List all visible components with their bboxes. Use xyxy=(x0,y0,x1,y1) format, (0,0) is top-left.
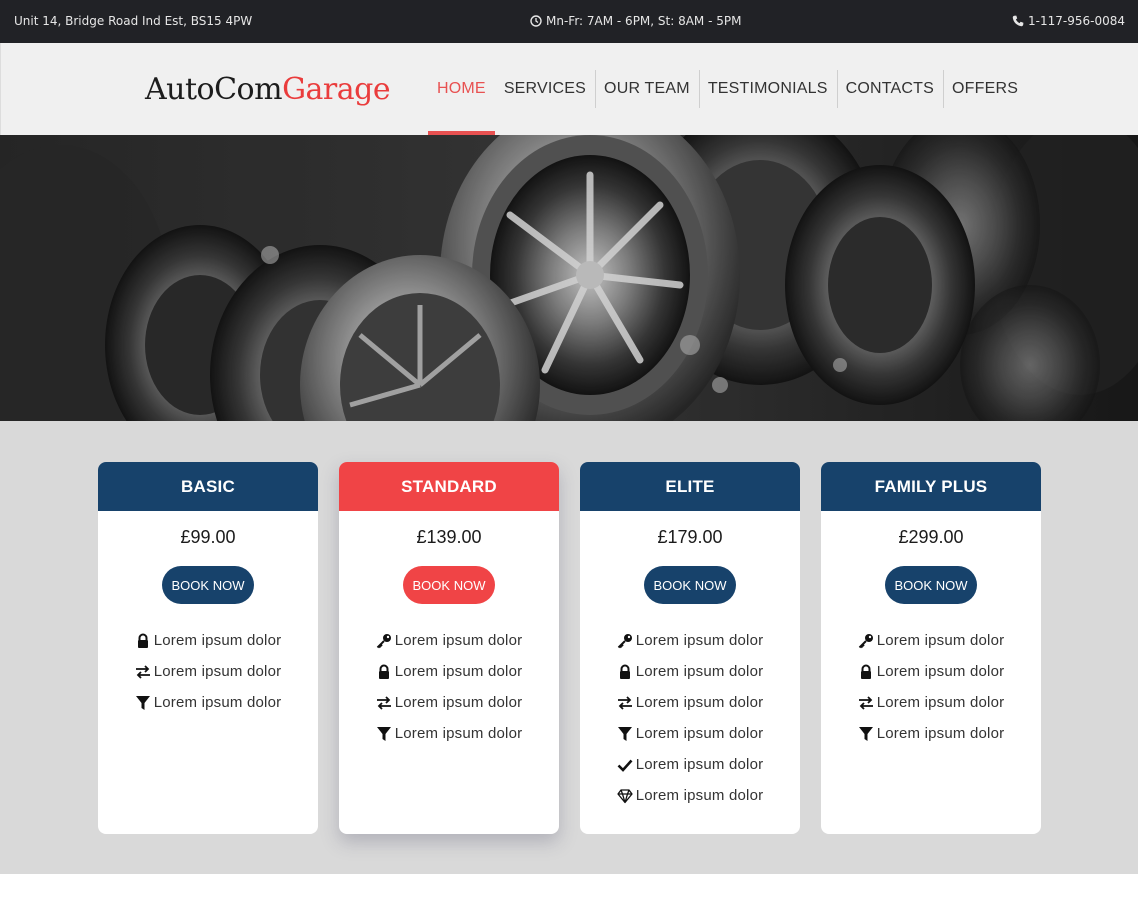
exchange-icon xyxy=(376,695,392,711)
list-item: Lorem ipsum dolor xyxy=(339,625,559,656)
filter-icon xyxy=(135,695,151,711)
phone-contact[interactable]: 1-117-956-0084 xyxy=(1012,14,1125,28)
feature-text: Lorem ipsum dolor xyxy=(876,632,1005,649)
plan-price: £299.00 xyxy=(898,527,964,547)
book-now-button[interactable]: BOOK NOW xyxy=(403,566,495,604)
feature-text: Lorem ipsum dolor xyxy=(635,694,764,711)
list-item: Lorem ipsum dolor xyxy=(580,687,800,718)
list-item: Lorem ipsum dolor xyxy=(339,718,559,749)
check-icon xyxy=(617,757,633,773)
feature-text: Lorem ipsum dolor xyxy=(153,632,282,649)
list-item: Lorem ipsum dolor xyxy=(580,780,800,811)
plan-title: FAMILY PLUS xyxy=(821,462,1041,511)
feature-text: Lorem ipsum dolor xyxy=(635,756,764,773)
feature-text: Lorem ipsum dolor xyxy=(635,663,764,680)
feature-text: Lorem ipsum dolor xyxy=(394,632,523,649)
nav-testimonials[interactable]: TESTIMONIALS xyxy=(698,43,837,135)
nav-services[interactable]: SERVICES xyxy=(495,43,595,135)
logo-text-autocom: AutoCom xyxy=(145,72,283,107)
feature-text: Lorem ipsum dolor xyxy=(394,663,523,680)
logo-text-garage: Garage xyxy=(282,72,391,107)
opening-hours: Mn-Fr: 7AM - 6PM, St: 8AM - 5PM xyxy=(530,14,741,28)
nav-offers[interactable]: OFFERS xyxy=(943,43,1027,135)
plan-price: £179.00 xyxy=(657,527,723,547)
feature-text: Lorem ipsum dolor xyxy=(153,694,282,711)
list-item: Lorem ipsum dolor xyxy=(821,687,1041,718)
feature-list: Lorem ipsum dolor Lorem ipsum dolor Lore… xyxy=(821,625,1041,749)
page-bottom-area xyxy=(0,874,1138,912)
plan-card-standard: STANDARD £139.00 BOOK NOW Lorem ipsum do… xyxy=(339,462,559,834)
list-item: Lorem ipsum dolor xyxy=(580,749,800,780)
book-now-button[interactable]: BOOK NOW xyxy=(162,566,254,604)
list-item: Lorem ipsum dolor xyxy=(98,687,318,718)
list-item: Lorem ipsum dolor xyxy=(821,718,1041,749)
plan-title: BASIC xyxy=(98,462,318,511)
list-item: Lorem ipsum dolor xyxy=(580,656,800,687)
feature-text: Lorem ipsum dolor xyxy=(635,787,764,804)
exchange-icon xyxy=(617,695,633,711)
hero-image-turbochargers xyxy=(0,135,1138,421)
lock-icon xyxy=(617,664,633,680)
plan-price: £99.00 xyxy=(180,527,236,547)
main-nav: HOME SERVICES OUR TEAM TESTIMONIALS CONT… xyxy=(428,43,1027,135)
feature-text: Lorem ipsum dolor xyxy=(394,725,523,742)
list-item: Lorem ipsum dolor xyxy=(821,625,1041,656)
book-now-button[interactable]: BOOK NOW xyxy=(885,566,977,604)
clock-icon xyxy=(530,15,542,27)
plan-card-family-plus: FAMILY PLUS £299.00 BOOK NOW Lorem ipsum… xyxy=(821,462,1041,834)
feature-text: Lorem ipsum dolor xyxy=(635,632,764,649)
list-item: Lorem ipsum dolor xyxy=(821,656,1041,687)
list-item: Lorem ipsum dolor xyxy=(98,656,318,687)
plan-card-basic: BASIC £99.00 BOOK NOW Lorem ipsum dolor … xyxy=(98,462,318,834)
feature-text: Lorem ipsum dolor xyxy=(635,725,764,742)
key-icon xyxy=(376,633,392,649)
site-logo[interactable]: AutoComGarage xyxy=(145,72,391,107)
filter-icon xyxy=(617,726,633,742)
diamond-icon xyxy=(617,788,633,804)
plan-title: ELITE xyxy=(580,462,800,511)
list-item: Lorem ipsum dolor xyxy=(580,718,800,749)
list-item: Lorem ipsum dolor xyxy=(98,625,318,656)
feature-text: Lorem ipsum dolor xyxy=(876,694,1005,711)
plan-price: £139.00 xyxy=(416,527,482,547)
phone-number[interactable]: 1-117-956-0084 xyxy=(1028,14,1125,28)
feature-text: Lorem ipsum dolor xyxy=(876,725,1005,742)
phone-icon xyxy=(1012,15,1024,27)
key-icon xyxy=(858,633,874,649)
lock-icon xyxy=(858,664,874,680)
feature-list: Lorem ipsum dolor Lorem ipsum dolor Lore… xyxy=(580,625,800,811)
site-header: AutoComGarage HOME SERVICES OUR TEAM TES… xyxy=(0,43,1138,135)
exchange-icon xyxy=(135,664,151,680)
feature-text: Lorem ipsum dolor xyxy=(153,663,282,680)
list-item: Lorem ipsum dolor xyxy=(339,687,559,718)
plan-title: STANDARD xyxy=(339,462,559,511)
nav-home[interactable]: HOME xyxy=(428,43,495,135)
plan-card-elite: ELITE £179.00 BOOK NOW Lorem ipsum dolor… xyxy=(580,462,800,834)
filter-icon xyxy=(858,726,874,742)
address-text: Unit 14, Bridge Road Ind Est, BS15 4PW xyxy=(14,14,253,28)
book-now-button[interactable]: BOOK NOW xyxy=(644,566,736,604)
lock-icon xyxy=(376,664,392,680)
top-info-bar: Unit 14, Bridge Road Ind Est, BS15 4PW M… xyxy=(0,0,1138,43)
list-item: Lorem ipsum dolor xyxy=(580,625,800,656)
lock-icon xyxy=(135,633,151,649)
nav-contacts[interactable]: CONTACTS xyxy=(836,43,943,135)
filter-icon xyxy=(376,726,392,742)
feature-text: Lorem ipsum dolor xyxy=(394,694,523,711)
pricing-section: BASIC £99.00 BOOK NOW Lorem ipsum dolor … xyxy=(0,421,1138,874)
feature-list: Lorem ipsum dolor Lorem ipsum dolor Lore… xyxy=(339,625,559,749)
key-icon xyxy=(617,633,633,649)
feature-text: Lorem ipsum dolor xyxy=(876,663,1005,680)
list-item: Lorem ipsum dolor xyxy=(339,656,559,687)
feature-list: Lorem ipsum dolor Lorem ipsum dolor Lore… xyxy=(98,625,318,718)
hours-text: Mn-Fr: 7AM - 6PM, St: 8AM - 5PM xyxy=(546,14,742,28)
exchange-icon xyxy=(858,695,874,711)
nav-our-team[interactable]: OUR TEAM xyxy=(595,43,699,135)
